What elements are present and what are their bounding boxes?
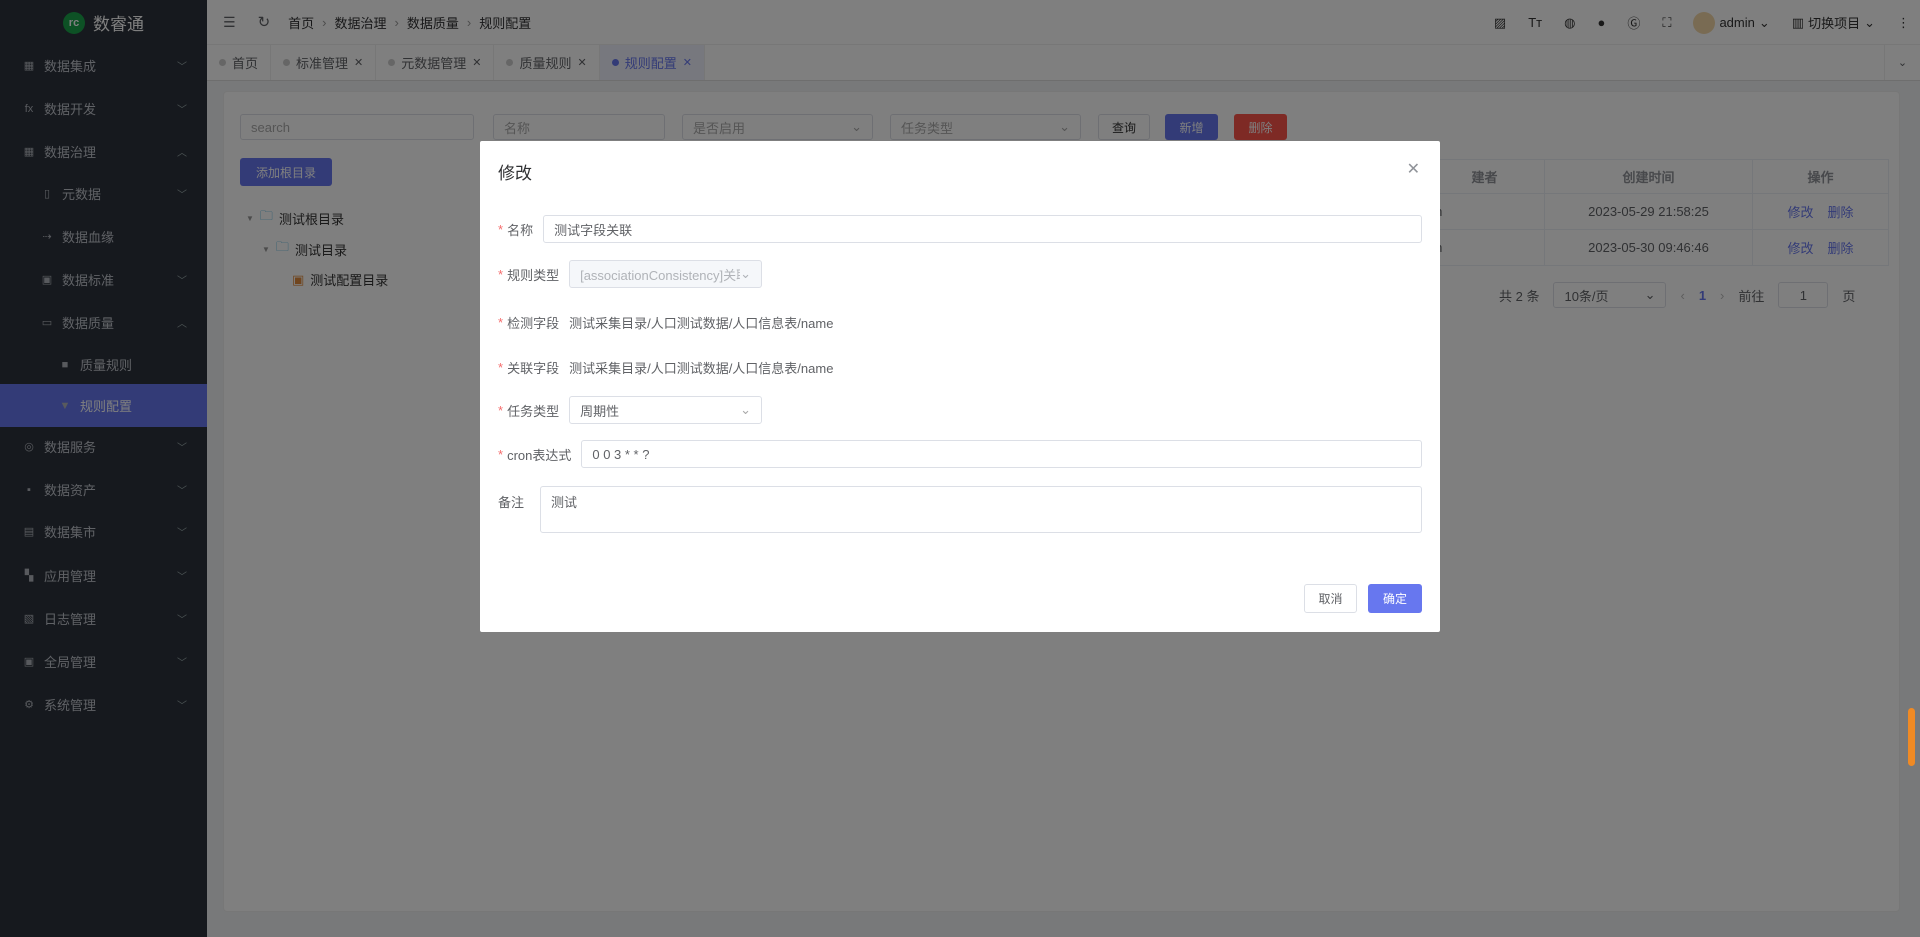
field-label: 关联字段 — [507, 361, 560, 376]
close-icon[interactable]: ✕ — [1407, 159, 1420, 179]
field-label: 备注 — [498, 495, 525, 510]
assoc-field-value: 测试采集目录/人口测试数据/人口信息表/name — [569, 361, 834, 376]
confirm-button[interactable]: 确定 — [1368, 584, 1422, 613]
name-input[interactable]: 测试字段关联 — [543, 215, 1422, 243]
cron-input[interactable]: 0 0 3 * * ? — [581, 440, 1422, 468]
cancel-button[interactable]: 取消 — [1304, 584, 1357, 613]
dialog-title: 修改 — [498, 164, 532, 183]
field-label: 任务类型 — [507, 403, 560, 419]
field-label: 规则类型 — [507, 267, 560, 283]
field-label: cron表达式 — [507, 447, 572, 463]
remark-textarea[interactable]: 测试 — [540, 486, 1422, 533]
rule-type-select: [associationConsistency]关联 ⌄ — [569, 260, 763, 288]
field-label: 检测字段 — [507, 316, 560, 331]
check-field-value: 测试采集目录/人口测试数据/人口信息表/name — [569, 316, 834, 331]
edit-dialog: 修改 ✕ * 名称 测试字段关联 * 规则类型 [associationConsis… — [480, 141, 1440, 632]
field-label: 名称 — [507, 222, 534, 238]
scrollbar[interactable] — [1908, 708, 1915, 766]
task-type-select[interactable]: 周期性 ⌄ — [569, 396, 763, 424]
chevron-down-icon: ⌄ — [740, 266, 752, 281]
chevron-down-icon: ⌄ — [740, 402, 752, 417]
